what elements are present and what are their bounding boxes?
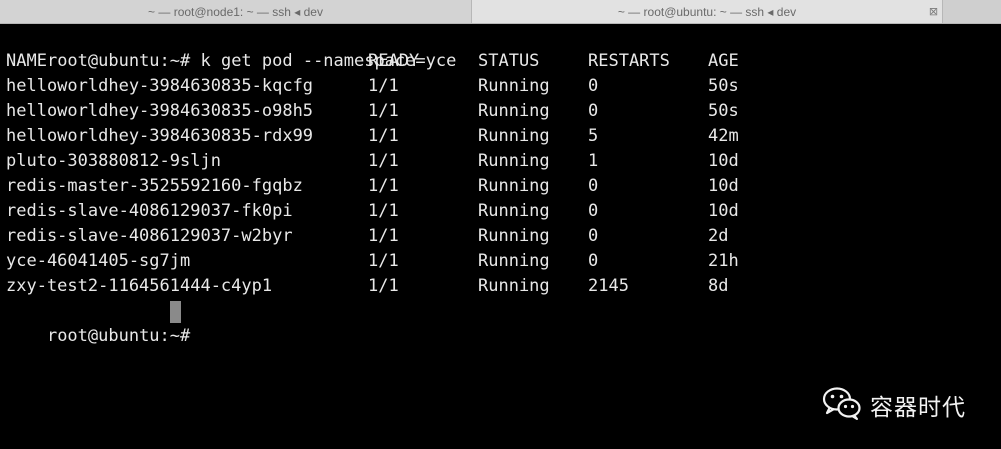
- table-row: redis-slave-4086129037-fk0pi 1/1 Running…: [6, 199, 996, 224]
- pod-restarts: 0: [588, 101, 599, 121]
- tab-node1-label: ~ — root@node1: ~ — ssh ◂ dev: [148, 4, 323, 19]
- pod-name: redis-slave-4086129037-w2byr: [6, 226, 293, 246]
- pod-status: Running: [478, 201, 550, 221]
- table-row: yce-46041405-sg7jm 1/1 Running 0 21h: [6, 249, 996, 274]
- table-row: helloworldhey-3984630835-kqcfg 1/1 Runni…: [6, 74, 996, 99]
- tab-ubuntu-label: ~ — root@ubuntu: ~ — ssh ◂ dev: [617, 4, 797, 19]
- table-header-row: NAME READY STATUS RESTARTS AGE: [6, 49, 996, 74]
- pod-ready: 1/1: [368, 276, 399, 296]
- header-ready: READY: [368, 51, 420, 71]
- command-line: root@ubuntu:~# k get pod --namespace=yce: [6, 24, 456, 71]
- pod-name: redis-slave-4086129037-fk0pi: [6, 201, 293, 221]
- pod-restarts: 2145: [588, 276, 629, 296]
- tab-empty-area: [943, 0, 1001, 23]
- table-row: redis-slave-4086129037-w2byr 1/1 Running…: [6, 224, 996, 249]
- pod-ready: 1/1: [368, 126, 399, 146]
- pod-name: helloworldhey-3984630835-o98h5: [6, 101, 314, 121]
- pod-name: helloworldhey-3984630835-rdx99: [6, 126, 314, 146]
- pod-ready: 1/1: [368, 251, 399, 271]
- pod-status: Running: [478, 276, 550, 296]
- pod-ready: 1/1: [368, 176, 399, 196]
- header-age: AGE: [708, 51, 739, 71]
- table-row: redis-master-3525592160-fgqbz 1/1 Runnin…: [6, 174, 996, 199]
- watermark-text: 容器时代: [870, 395, 966, 421]
- pod-name: yce-46041405-sg7jm: [6, 251, 191, 271]
- watermark: 容器时代: [822, 387, 966, 423]
- pod-age: 8d: [708, 276, 729, 296]
- pod-restarts: 0: [588, 76, 599, 96]
- header-name: NAME: [6, 51, 47, 71]
- pod-restarts: 0: [588, 251, 599, 271]
- pod-status: Running: [478, 176, 550, 196]
- table-row: helloworldhey-3984630835-rdx99 1/1 Runni…: [6, 124, 996, 149]
- table-row: helloworldhey-3984630835-o98h5 1/1 Runni…: [6, 99, 996, 124]
- pod-status: Running: [478, 101, 550, 121]
- pod-ready: 1/1: [368, 226, 399, 246]
- header-restarts: RESTARTS: [588, 51, 670, 71]
- wechat-icon: [822, 386, 862, 424]
- header-status: STATUS: [478, 51, 540, 71]
- tab-bar: ~ — root@node1: ~ — ssh ◂ dev ~ — root@u…: [0, 0, 1001, 24]
- pod-age: 50s: [708, 76, 739, 96]
- pod-status: Running: [478, 251, 550, 271]
- pod-age: 10d: [708, 201, 739, 221]
- pod-status: Running: [478, 126, 550, 146]
- pod-status: Running: [478, 151, 550, 171]
- pod-restarts: 0: [588, 226, 599, 246]
- pod-age: 21h: [708, 251, 739, 271]
- pod-status: Running: [478, 226, 550, 246]
- pod-ready: 1/1: [368, 101, 399, 121]
- pod-name: redis-master-3525592160-fgqbz: [6, 176, 303, 196]
- pod-restarts: 0: [588, 201, 599, 221]
- pod-name: zxy-test2-1164561444-c4yp1: [6, 276, 273, 296]
- pod-restarts: 5: [588, 126, 599, 146]
- pod-name: helloworldhey-3984630835-kqcfg: [6, 76, 314, 96]
- table-row: pluto-303880812-9sljn 1/1 Running 1 10d: [6, 149, 996, 174]
- pod-restarts: 0: [588, 176, 599, 196]
- terminal-cursor: [170, 301, 181, 323]
- table-row: zxy-test2-1164561444-c4yp1 1/1 Running 2…: [6, 274, 996, 299]
- pod-ready: 1/1: [368, 76, 399, 96]
- pod-restarts: 1: [588, 151, 599, 171]
- pod-age: 10d: [708, 151, 739, 171]
- pod-age: 42m: [708, 126, 739, 146]
- pod-age: 10d: [708, 176, 739, 196]
- final-prompt: root@ubuntu:~#: [46, 326, 201, 346]
- tab-ubuntu[interactable]: ~ — root@ubuntu: ~ — ssh ◂ dev: [472, 0, 943, 23]
- pod-status: Running: [478, 76, 550, 96]
- pod-age: 50s: [708, 101, 739, 121]
- pod-ready: 1/1: [368, 151, 399, 171]
- pod-name: pluto-303880812-9sljn: [6, 151, 221, 171]
- tab-node1[interactable]: ~ — root@node1: ~ — ssh ◂ dev: [0, 0, 472, 23]
- close-tab-icon[interactable]: ⊠: [926, 4, 941, 19]
- pod-ready: 1/1: [368, 201, 399, 221]
- pod-age: 2d: [708, 226, 729, 246]
